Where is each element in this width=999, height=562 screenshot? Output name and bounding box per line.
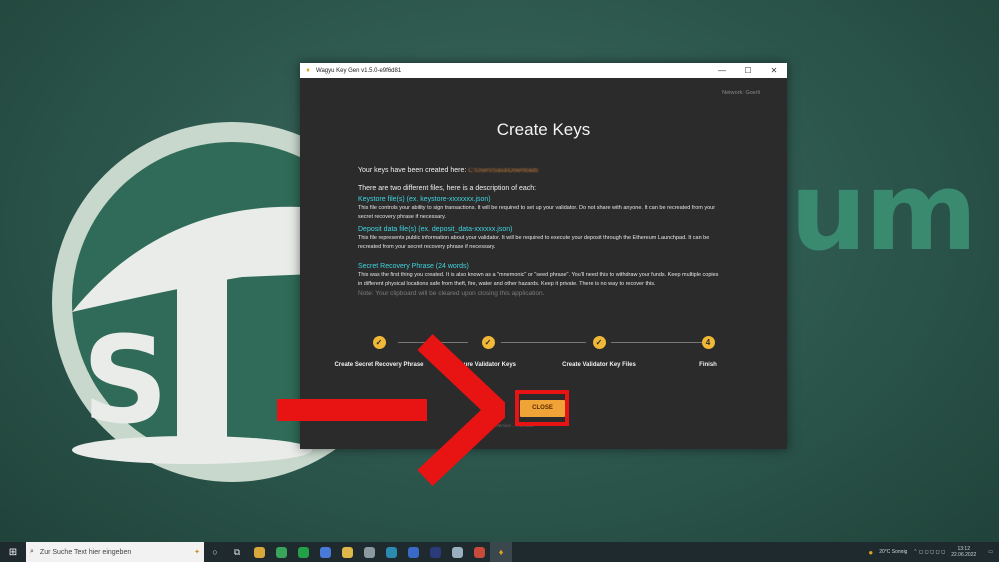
keystore-title: Keystore file(s) (ex. keystore-xxxxxxx.j… (358, 196, 491, 203)
page-title: Create Keys (496, 120, 591, 139)
minimize-button[interactable]: — (709, 66, 735, 75)
app-icon-grey[interactable] (358, 542, 380, 562)
window-title: Wagyu Key Gen v1.5.0-e9f6d81 (316, 67, 402, 74)
close-window-button[interactable]: ✕ (761, 66, 787, 75)
weather-icon[interactable]: ● (868, 548, 873, 557)
taskbar: ⊞ ⌕ Zur Suche Text hier eingeben ✦ ○ ⧉ ♦… (0, 542, 999, 562)
step-label: Finish (699, 362, 717, 368)
step-number: 4 (701, 336, 715, 349)
step-4: 4 Finish (658, 335, 758, 370)
app-icon-teal[interactable] (380, 542, 402, 562)
cortana-icon[interactable]: ○ (204, 542, 226, 562)
search-input[interactable]: Zur Suche Text hier eingeben (34, 549, 194, 556)
red-arrow-annotation (277, 334, 505, 486)
app-icon-light[interactable] (446, 542, 468, 562)
clock-date: 22.06.2022 (951, 552, 977, 558)
wallpaper-text: um (790, 150, 977, 275)
app-icon-blue-2[interactable] (402, 542, 424, 562)
description-title: There are two different files, here is a… (358, 185, 537, 192)
notification-icon[interactable]: ▭ (988, 549, 993, 555)
created-path[interactable]: C:\Users\Sasa\Downloads (468, 168, 538, 174)
maximize-button[interactable]: ☐ (735, 66, 761, 75)
step-3: ✓ Create Validator Key Files (549, 335, 649, 370)
created-line: Your keys have been created here: C:\Use… (358, 167, 723, 174)
folder-icon[interactable] (336, 542, 358, 562)
wagyu-taskbar-icon[interactable]: ♦ (490, 542, 512, 562)
clock[interactable]: 13:12 22.06.2022 (951, 546, 982, 558)
srp-description: This was the first thing you created. It… (358, 272, 719, 287)
srp-title: Secret Recovery Phrase (24 words) (358, 263, 469, 270)
deposit-description: This file represents public information … (358, 235, 710, 250)
task-view-icon[interactable]: ⧉ (226, 542, 248, 562)
deposit-title: Deposit data file(s) (ex. deposit_data-x… (358, 226, 513, 233)
chrome-icon[interactable] (248, 542, 270, 562)
app-icon-green-2[interactable] (292, 542, 314, 562)
app-icon-green[interactable] (270, 542, 292, 562)
clipboard-note: Note: Your clipboard will be cleared upo… (358, 290, 545, 297)
keys-info: Your keys have been created here: C:\Use… (358, 167, 723, 297)
highlight-box (515, 390, 569, 426)
weather-text[interactable]: 20°C Sonnig (879, 549, 907, 555)
search-box[interactable]: ⌕ Zur Suche Text hier eingeben ✦ (26, 542, 204, 562)
app-icon: ♦ (306, 67, 310, 74)
network-label: Network: Goerli (722, 90, 760, 96)
created-label: Your keys have been created here: (358, 167, 467, 174)
keystore-description: This file controls your ability to sign … (358, 205, 716, 220)
system-tray: ● 20°C Sonnig ⌃ ◻ ◻ ◻ ◻ ◻ 13:12 22.06.20… (868, 546, 999, 558)
search-highlight-icon: ✦ (194, 549, 200, 556)
app-icon-blue[interactable] (314, 542, 336, 562)
svg-text:S: S (82, 312, 168, 451)
step-label: Create Validator Key Files (562, 362, 636, 368)
title-bar[interactable]: ♦ Wagyu Key Gen v1.5.0-e9f6d81 — ☐ ✕ (300, 63, 787, 78)
tray-icons[interactable]: ⌃ ◻ ◻ ◻ ◻ ◻ (913, 549, 945, 555)
windows-start-icon[interactable]: ⊞ (0, 547, 26, 558)
check-icon: ✓ (592, 336, 606, 349)
app-icon-navy[interactable] (424, 542, 446, 562)
app-icon-red[interactable] (468, 542, 490, 562)
